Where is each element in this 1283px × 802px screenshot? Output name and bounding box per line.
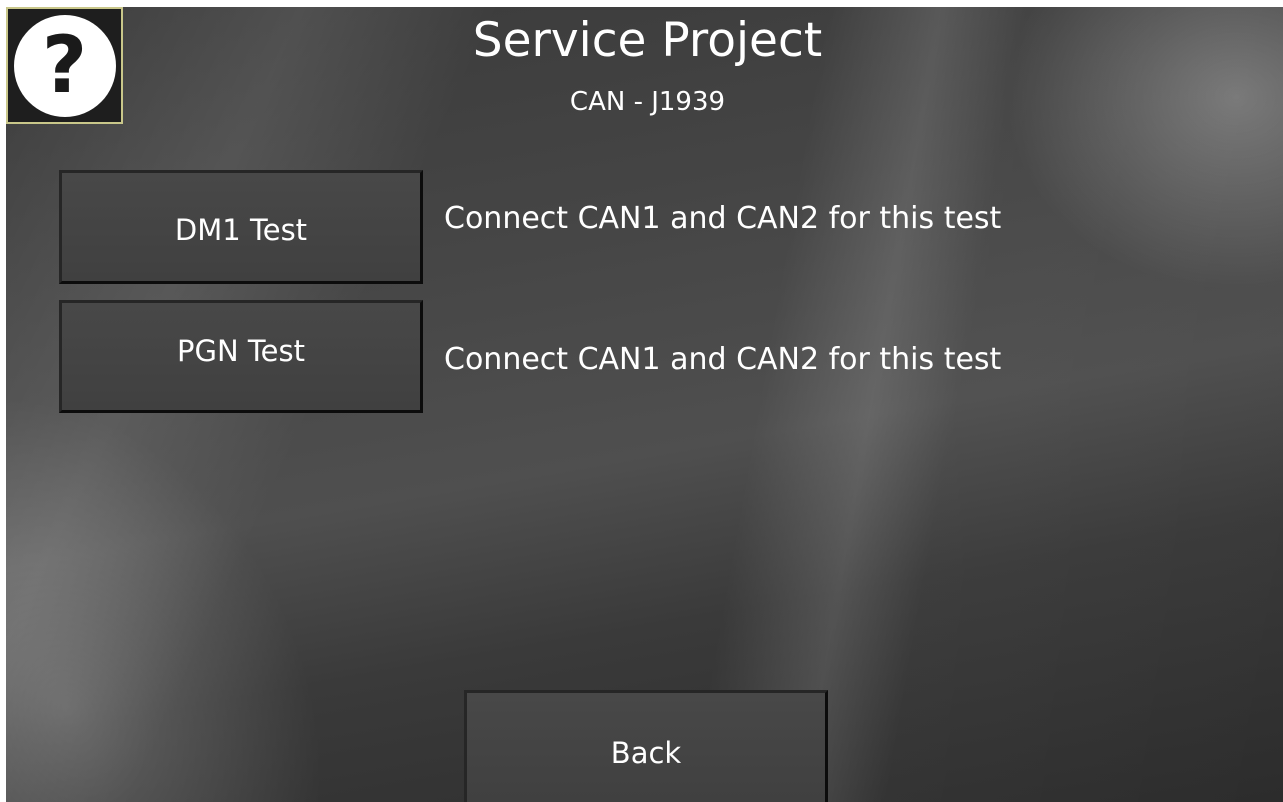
- pgn-test-button-label: PGN Test: [177, 333, 305, 368]
- pgn-test-note: Connect CAN1 and CAN2 for this test: [444, 342, 1002, 377]
- page-subtitle: CAN - J1939: [569, 87, 726, 117]
- pgn-test-button[interactable]: PGN Test: [59, 300, 423, 413]
- page-title: Service Project: [472, 13, 823, 68]
- service-screen: ? Service Project CAN - J1939 DM1 Test C…: [6, 7, 1283, 802]
- dm1-test-button-label: DM1 Test: [174, 213, 308, 247]
- back-button-label: Back: [610, 735, 682, 770]
- help-button[interactable]: ?: [6, 7, 123, 124]
- back-button[interactable]: Back: [464, 690, 828, 802]
- question-mark-icon: ?: [13, 14, 116, 117]
- dm1-test-note: Connect CAN1 and CAN2 for this test: [444, 201, 1002, 236]
- dm1-test-button[interactable]: DM1 Test: [59, 170, 423, 284]
